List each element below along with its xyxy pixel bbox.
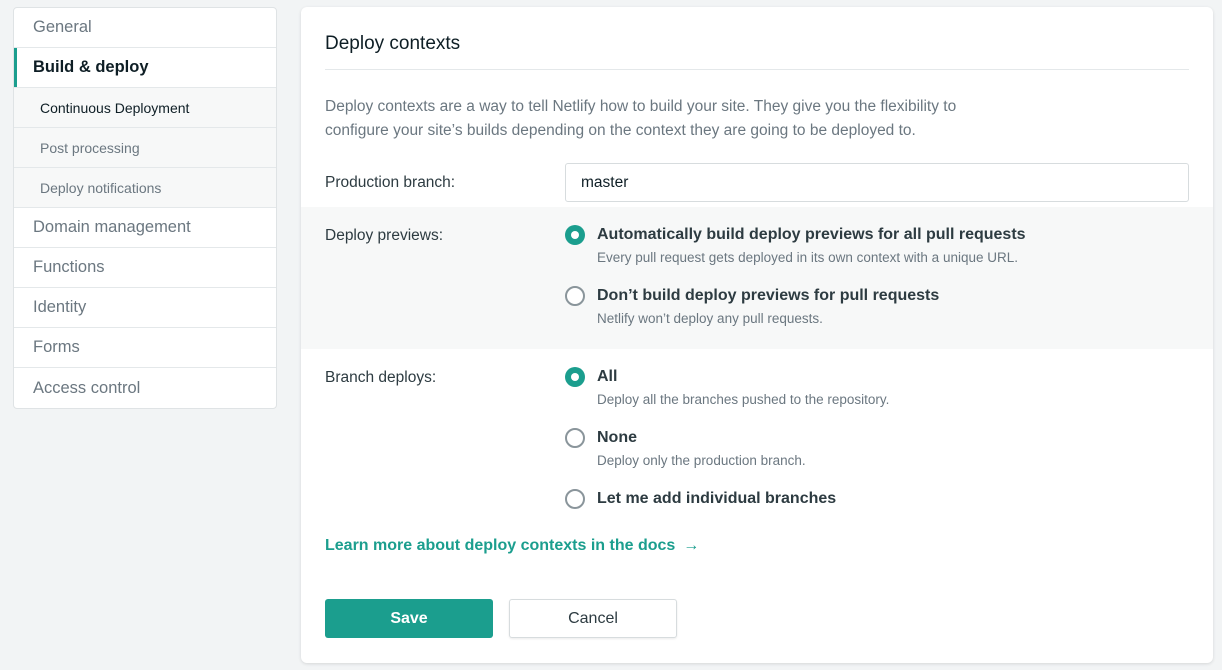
- sidebar-subitem-deploy-notifications[interactable]: Deploy notifications: [14, 168, 276, 208]
- radio-text: Let me add individual branches: [597, 489, 836, 509]
- radio-label: None: [597, 429, 637, 446]
- radio-unchecked-icon[interactable]: [565, 286, 585, 306]
- radio-label: Let me add individual branches: [597, 490, 837, 507]
- card-description: Deploy contexts are a way to tell Netlif…: [325, 98, 957, 139]
- sidebar-item-identity[interactable]: Identity: [14, 288, 276, 328]
- radio-help: Every pull request gets deployed in its …: [597, 250, 1018, 265]
- cancel-button[interactable]: Cancel: [509, 599, 677, 638]
- radio-label: All: [597, 368, 618, 385]
- sidebar-item-functions[interactable]: Functions: [14, 248, 276, 288]
- production-branch-label: Production branch:: [325, 174, 456, 191]
- production-branch-input[interactable]: [565, 163, 1189, 202]
- sidebar-item-build-deploy[interactable]: Build & deploy: [14, 48, 276, 88]
- radio-label: Automatically build deploy previews for …: [597, 226, 1026, 243]
- radio-unchecked-icon[interactable]: [565, 489, 585, 509]
- settings-sidebar: General Build & deploy Continuous Deploy…: [13, 7, 277, 409]
- learn-more-label: Learn more about deploy contexts in the …: [325, 537, 676, 554]
- sidebar-item-domain-management[interactable]: Domain management: [14, 208, 276, 248]
- radio-checked-icon[interactable]: [565, 367, 585, 387]
- radio-label: Don’t build deploy previews for pull req…: [597, 287, 940, 304]
- arrow-right-icon: →: [683, 537, 700, 554]
- radio-unchecked-icon[interactable]: [565, 428, 585, 448]
- radio-help: Netlify won’t deploy any pull requests.: [597, 311, 823, 326]
- radio-help: Deploy all the branches pushed to the re…: [597, 392, 890, 407]
- deploy-previews-option-all[interactable]: Automatically build deploy previews for …: [565, 225, 1026, 266]
- radio-text: None Deploy only the production branch.: [597, 428, 806, 469]
- sidebar-item-forms[interactable]: Forms: [14, 328, 276, 368]
- branch-deploys-label: Branch deploys:: [325, 369, 437, 386]
- sidebar-item-access-control[interactable]: Access control: [14, 368, 276, 408]
- radio-help: Deploy only the production branch.: [597, 453, 806, 468]
- deploy-previews-option-none[interactable]: Don’t build deploy previews for pull req…: [565, 286, 939, 327]
- radio-text: All Deploy all the branches pushed to th…: [597, 367, 889, 408]
- deploy-contexts-card: Deploy contexts Deploy contexts are a wa…: [301, 7, 1213, 663]
- radio-checked-icon[interactable]: [565, 225, 585, 245]
- save-button[interactable]: Save: [325, 599, 493, 638]
- card-title: Deploy contexts: [325, 33, 461, 54]
- title-divider: [325, 69, 1189, 70]
- branch-deploys-option-individual[interactable]: Let me add individual branches: [565, 489, 836, 509]
- radio-text: Automatically build deploy previews for …: [597, 225, 1026, 266]
- branch-deploys-option-none[interactable]: None Deploy only the production branch.: [565, 428, 806, 469]
- branch-deploys-option-all[interactable]: All Deploy all the branches pushed to th…: [565, 367, 889, 408]
- deploy-previews-label: Deploy previews:: [325, 227, 444, 244]
- sidebar-subitem-continuous-deployment[interactable]: Continuous Deployment: [14, 88, 276, 128]
- sidebar-subitem-post-processing[interactable]: Post processing: [14, 128, 276, 168]
- learn-more-link[interactable]: Learn more about deploy contexts in the …: [325, 537, 699, 555]
- sidebar-item-general[interactable]: General: [14, 8, 276, 48]
- radio-text: Don’t build deploy previews for pull req…: [597, 286, 939, 327]
